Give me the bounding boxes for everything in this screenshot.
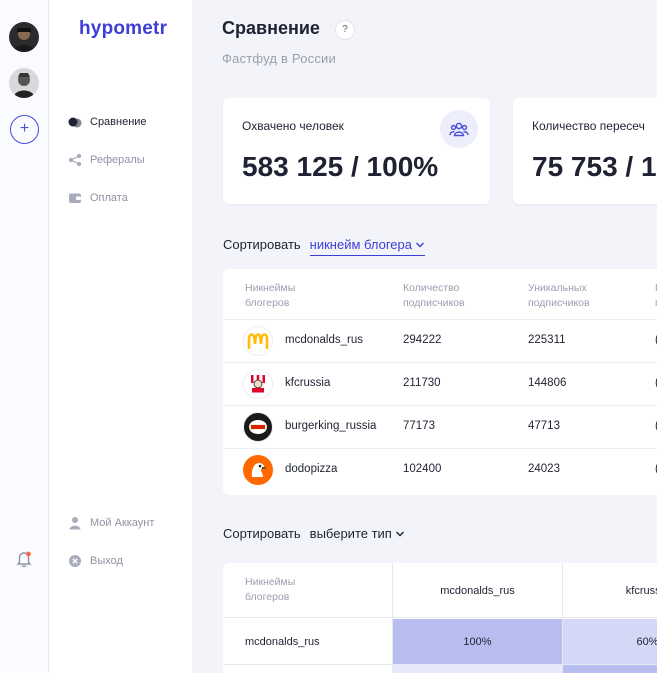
user-icon: [68, 516, 82, 530]
blogger-name: burgerking_russia: [285, 420, 377, 432]
add-workspace-button[interactable]: +: [10, 115, 39, 144]
subscribers-value: 77173: [403, 420, 435, 432]
table-row[interactable]: mcdonalds_rus 294222 225311 (: [223, 319, 657, 362]
blogger-name: dodopizza: [285, 463, 338, 475]
stat-label: Охвачено человек: [242, 119, 344, 133]
mcdonalds-logo: [243, 326, 273, 356]
matrix-column-header[interactable]: kfcrussia: [563, 563, 657, 618]
stat-value: 75 753 / 1: [532, 151, 657, 182]
unique-value: 225311: [528, 334, 566, 346]
sort-dropdown-value: выберите тип: [309, 526, 392, 541]
column-header-subscribers[interactable]: Количество подписчиков: [403, 281, 465, 311]
sidebar-item-label: Выход: [90, 555, 123, 567]
unique-value: 47713: [528, 420, 560, 432]
subscribers-value: 102400: [403, 463, 442, 475]
matrix-corner-header: Никнеймы блогеров: [245, 576, 296, 603]
sidebar-item-logout[interactable]: Выход: [68, 551, 123, 571]
compare-icon: [68, 115, 82, 129]
sidebar-item-label: Мой Аккаунт: [90, 517, 155, 529]
sidebar-item-label: Сравнение: [90, 116, 147, 128]
sort-type-dropdown[interactable]: выберите тип: [310, 526, 405, 544]
matrix-row-header: mcdonalds_rus: [245, 635, 320, 648]
table-row[interactable]: burgerking_russia 77173 47713 (: [223, 405, 657, 448]
chevron-down-icon: [416, 242, 424, 247]
sort-label: Сортировать: [223, 526, 301, 541]
table-row[interactable]: dodopizza 102400 24023 (: [223, 448, 657, 491]
overlap-matrix: Никнеймы блогеров mcdonalds_rus kfcrussi…: [223, 563, 657, 673]
unique-value: 24023: [528, 463, 560, 475]
kfc-logo: [243, 369, 273, 399]
help-button[interactable]: ?: [335, 20, 355, 40]
stat-card-overlap: Количество пересеч 75 753 / 1: [513, 98, 657, 204]
sidebar-item-referrals[interactable]: Рефералы: [68, 150, 145, 170]
subscribers-value: 211730: [403, 377, 441, 389]
unique-value: 144806: [528, 377, 567, 389]
sort-control-table: Сортировать никнейм блогера: [223, 237, 425, 256]
app-logo[interactable]: hypometr: [79, 18, 167, 40]
close-circle-icon: [68, 554, 82, 568]
sidebar-item-compare[interactable]: Сравнение: [68, 112, 147, 132]
bloggers-table: Никнеймы блогеров Количество подписчиков…: [223, 269, 657, 495]
stat-card-reach: Охвачено человек 583 125 / 100%: [223, 98, 490, 204]
subscribers-value: 294222: [403, 334, 442, 346]
matrix-cell: [563, 665, 657, 673]
blogger-name: kfcrussia: [285, 377, 331, 389]
page-subtitle: Фастфуд в России: [222, 51, 336, 66]
dodo-logo: [243, 455, 273, 485]
chevron-down-icon: [395, 531, 404, 536]
blogger-name: mcdonalds_rus: [285, 334, 363, 346]
sidebar-item-payment[interactable]: Оплата: [68, 188, 128, 208]
matrix-column-header[interactable]: mcdonalds_rus: [393, 563, 562, 618]
sidebar-item-label: Оплата: [90, 192, 128, 204]
burgerking-logo: [243, 412, 273, 442]
matrix-cell: [393, 665, 562, 673]
sort-dropdown[interactable]: никнейм блогера: [309, 237, 425, 256]
sort-control-matrix: Сортировать выберите тип: [223, 526, 405, 544]
app-window: + hypometr Сравнение Рефералы Оплата Мой…: [0, 0, 657, 673]
table-row[interactable]: kfcrussia 211730 144806 (: [223, 362, 657, 405]
matrix-cell[interactable]: 60%: [563, 619, 657, 664]
sidebar-item-label: Рефералы: [90, 154, 145, 166]
sidebar-item-account[interactable]: Мой Аккаунт: [68, 513, 154, 533]
people-icon: [440, 110, 478, 148]
main-content: Сравнение ? Фастфуд в России Охвачено че…: [192, 0, 657, 673]
workspace-avatar-1[interactable]: [9, 22, 39, 52]
sidebar: hypometr Сравнение Рефералы Оплата Мой А…: [49, 0, 192, 673]
matrix-cell[interactable]: 100%: [393, 619, 562, 664]
page-title: Сравнение: [222, 18, 320, 38]
column-header-unique[interactable]: Уникальных подписчиков: [528, 281, 590, 311]
workspace-rail: +: [0, 0, 49, 673]
stat-value: 583 125 / 100%: [242, 151, 439, 182]
wallet-icon: [68, 191, 82, 205]
stat-label: Количество пересеч: [532, 119, 645, 133]
column-header-nickname[interactable]: Никнеймы блогеров: [245, 281, 295, 311]
notifications-bell-icon[interactable]: [14, 550, 34, 570]
workspace-avatar-2[interactable]: [9, 68, 39, 98]
sort-label: Сортировать: [223, 237, 301, 252]
sort-dropdown-value: никнейм блогера: [309, 237, 412, 252]
share-icon: [68, 153, 82, 167]
